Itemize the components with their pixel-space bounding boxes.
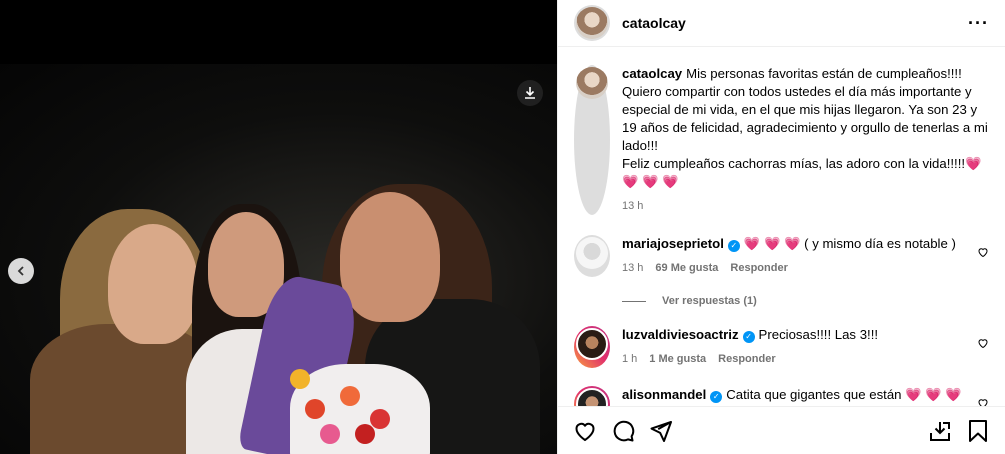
post-media: [0, 0, 557, 454]
comment-item: luzvaldiviesoactriz ✓ Preciosas!!!! Las 3!…: [574, 326, 989, 368]
save-to-device-icon[interactable]: [928, 419, 952, 443]
reply-button[interactable]: Responder: [718, 350, 775, 368]
avatar: [576, 7, 608, 39]
reply-button[interactable]: Responder: [730, 259, 787, 277]
comment-item: mariajoseprietol ✓ 💗 💗 💗 ( y mismo día es …: [574, 235, 989, 277]
view-replies-button[interactable]: Ver respuestas (1): [622, 295, 989, 307]
divider: [622, 300, 646, 302]
comment-meta: 1 h 1 Me gusta Responder: [622, 350, 989, 368]
caption-text: Feliz cumpleaños cachorras mías, las ado…: [622, 156, 966, 171]
bookmark-icon[interactable]: [966, 419, 990, 443]
comment-username[interactable]: mariajoseprietol: [622, 236, 724, 251]
avatar: [576, 388, 608, 406]
heart-icon[interactable]: [977, 246, 989, 258]
heart-icon[interactable]: [977, 337, 989, 349]
caption-text: Mis personas favoritas están de cumpleañ…: [686, 66, 962, 81]
flower: [320, 424, 340, 444]
avatar: [576, 328, 608, 360]
comment-icon[interactable]: [611, 419, 635, 443]
caption-meta: 13 h: [622, 197, 989, 215]
action-bar: [558, 406, 1005, 454]
owner-username[interactable]: cataolcay: [622, 15, 686, 31]
comment-text: Preciosas!!!! Las 3!!!: [758, 327, 879, 342]
heart-icon[interactable]: [977, 397, 989, 406]
caption-text: Quiero compartir con todos ustedes el dí…: [622, 84, 988, 153]
post-side-panel: cataolcay ··· cataolcay Mis personas favo…: [557, 0, 1005, 454]
commenter-avatar-ring[interactable]: [574, 235, 610, 277]
owner-avatar-ring[interactable]: [574, 65, 610, 215]
comment-time[interactable]: 13 h: [622, 259, 643, 277]
commenter-avatar-ring[interactable]: [574, 326, 610, 368]
comment-username[interactable]: luzvaldiviesoactriz: [622, 327, 739, 342]
comment-item: alisonmandel ✓ Catita que gigantes que est…: [574, 386, 989, 406]
verified-badge-icon: ✓: [710, 391, 723, 403]
flower: [340, 386, 360, 406]
post-header: cataolcay ···: [558, 0, 1005, 47]
comment-text: Catita que gigantes que están: [726, 387, 902, 402]
comment-text: ( y mismo día es notable ): [800, 236, 956, 251]
avatar: [576, 237, 608, 269]
caption-time[interactable]: 13 h: [622, 197, 643, 215]
person-right-face: [340, 192, 440, 322]
comment-meta: 13 h 69 Me gusta Responder: [622, 259, 989, 277]
avatar: [576, 67, 608, 99]
share-icon[interactable]: [649, 419, 673, 443]
more-icon[interactable]: ···: [968, 13, 989, 34]
person-left-face: [108, 224, 198, 344]
comment-time[interactable]: 1 h: [622, 350, 637, 368]
download-button[interactable]: [517, 80, 543, 106]
comment-likes[interactable]: 69 Me gusta: [655, 259, 718, 277]
flower: [355, 424, 375, 444]
previous-photo-button[interactable]: [8, 258, 34, 284]
download-icon: [525, 87, 535, 99]
post-photo: [0, 64, 557, 454]
flower: [305, 399, 325, 419]
caption-username[interactable]: cataolcay: [622, 66, 682, 81]
flower: [290, 369, 310, 389]
heart-emojis: 💗 💗 💗: [901, 387, 962, 402]
owner-avatar-ring[interactable]: [574, 5, 610, 41]
verified-badge-icon: ✓: [727, 240, 740, 252]
comments-list: cataolcay Mis personas favoritas están de…: [558, 48, 1005, 406]
heart-icon[interactable]: [573, 419, 597, 443]
chevron-left-icon: [17, 266, 24, 276]
view-replies-label: Ver respuestas (1): [662, 295, 757, 307]
comment-likes[interactable]: 1 Me gusta: [649, 350, 706, 368]
heart-emojis: 💗 💗 💗: [743, 236, 801, 251]
flower: [370, 409, 390, 429]
commenter-avatar-ring[interactable]: [574, 386, 610, 406]
comment-username[interactable]: alisonmandel: [622, 387, 706, 402]
caption: cataolcay Mis personas favoritas están de…: [574, 65, 989, 215]
verified-badge-icon: ✓: [742, 331, 755, 343]
